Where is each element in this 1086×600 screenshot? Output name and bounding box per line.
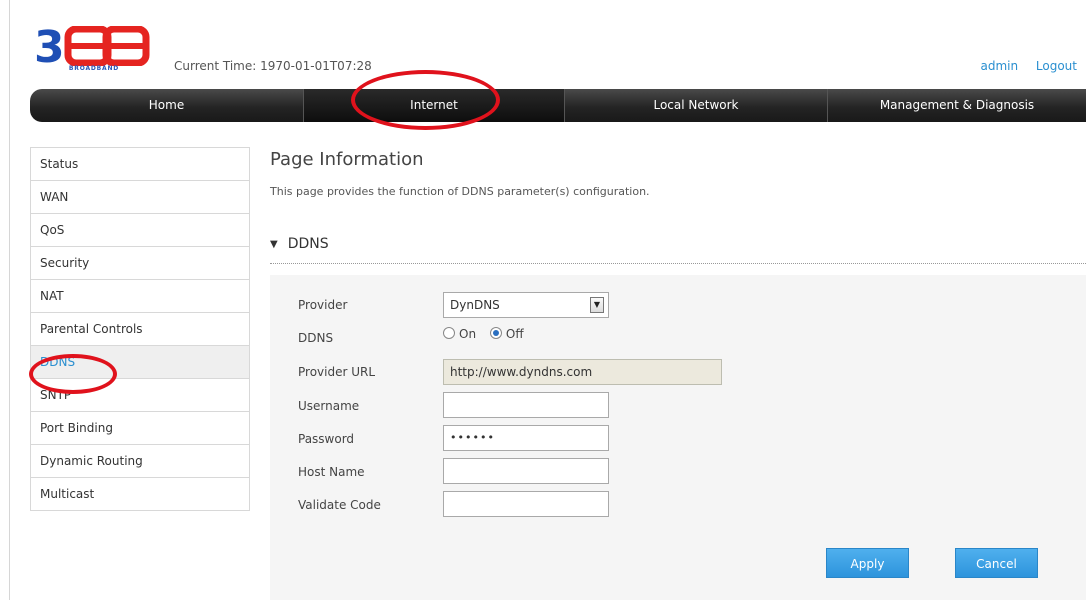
- sidebar-item-qos[interactable]: QoS: [31, 214, 249, 247]
- sidebar-item-port-binding[interactable]: Port Binding: [31, 412, 249, 445]
- sidebar-item-ddns[interactable]: DDNS: [31, 346, 249, 379]
- sidebar-item-dynamic-routing[interactable]: Dynamic Routing: [31, 445, 249, 478]
- admin-link[interactable]: admin: [980, 59, 1018, 73]
- nav-home[interactable]: Home: [30, 89, 303, 122]
- ddns-on-option[interactable]: On: [443, 327, 476, 341]
- password-label: Password: [298, 432, 355, 446]
- dropdown-arrow-icon: ▼: [590, 297, 604, 313]
- ddns-section-header[interactable]: ▼ DDNS: [270, 236, 329, 252]
- sidebar-item-multicast[interactable]: Multicast: [31, 478, 249, 511]
- brand-logo: 3 BROADBAND: [34, 26, 154, 76]
- host-name-label: Host Name: [298, 465, 365, 479]
- sidebar-item-security[interactable]: Security: [31, 247, 249, 280]
- validate-code-input[interactable]: [443, 491, 609, 517]
- validate-code-label: Validate Code: [298, 498, 381, 512]
- sidebar-item-status[interactable]: Status: [31, 148, 249, 181]
- nav-local-network[interactable]: Local Network: [564, 89, 827, 122]
- provider-select[interactable]: DynDNS ▼: [443, 292, 609, 318]
- user-links: admin Logout: [966, 59, 1077, 73]
- section-title: DDNS: [287, 236, 329, 252]
- provider-label: Provider: [298, 298, 348, 312]
- sidebar-menu: Status WAN QoS Security NAT Parental Con…: [30, 147, 250, 511]
- username-input[interactable]: [443, 392, 609, 418]
- username-label: Username: [298, 399, 360, 413]
- radio-off[interactable]: [489, 327, 502, 339]
- provider-url-label: Provider URL: [298, 365, 376, 379]
- cancel-button[interactable]: Cancel: [955, 548, 1038, 578]
- nav-internet[interactable]: Internet: [303, 89, 564, 122]
- provider-select-value: DynDNS: [450, 298, 500, 312]
- current-time: Current Time: 1970-01-01T07:28: [174, 59, 372, 73]
- logout-link[interactable]: Logout: [1036, 59, 1077, 73]
- ddns-radio-group: On Off: [443, 327, 534, 341]
- sidebar-item-parental-controls[interactable]: Parental Controls: [31, 313, 249, 346]
- ddns-label: DDNS: [298, 331, 334, 345]
- host-name-input[interactable]: [443, 458, 609, 484]
- sidebar-item-sntp[interactable]: SNTP: [31, 379, 249, 412]
- ddns-on-label: On: [459, 327, 477, 341]
- password-input[interactable]: ••••••: [443, 425, 609, 451]
- caret-down-icon: ▼: [270, 239, 278, 250]
- left-border: [9, 0, 10, 600]
- apply-button[interactable]: Apply: [826, 548, 909, 578]
- radio-on[interactable]: [443, 327, 455, 339]
- brand-logo-subtext: BROADBAND: [68, 65, 120, 72]
- nav-management-diagnosis[interactable]: Management & Diagnosis: [827, 89, 1086, 122]
- svg-text:3: 3: [34, 26, 65, 66]
- page-description: This page provides the function of DDNS …: [270, 185, 650, 198]
- top-navigation: Home Internet Local Network Management &…: [30, 89, 1086, 122]
- ddns-off-label: Off: [505, 327, 524, 341]
- sidebar-item-wan[interactable]: WAN: [31, 181, 249, 214]
- ddns-off-option[interactable]: Off: [489, 327, 524, 341]
- provider-url-field: http://www.dyndns.com: [443, 359, 722, 385]
- section-divider: [270, 263, 1086, 264]
- sidebar-item-nat[interactable]: NAT: [31, 280, 249, 313]
- page-title: Page Information: [270, 149, 424, 170]
